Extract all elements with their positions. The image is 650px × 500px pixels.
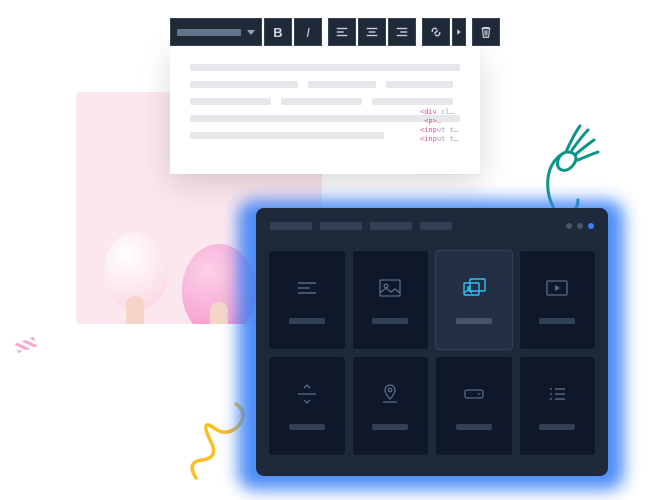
font-style-dropdown[interactable] [170,18,262,46]
hand-decor [126,296,144,324]
link-button[interactable] [422,18,450,46]
text-toolbar: B I [170,18,500,46]
tile-video[interactable] [519,250,597,350]
tile-gallery[interactable] [435,250,513,350]
align-left-button[interactable] [328,18,356,46]
tile-image[interactable] [352,250,430,350]
panel-header [256,208,608,244]
tile-button[interactable] [435,356,513,456]
tile-text[interactable] [268,250,346,350]
window-controls [566,223,594,229]
tile-list[interactable] [519,356,597,456]
hand-decor [210,302,228,324]
italic-button[interactable]: I [294,18,322,46]
bold-button[interactable]: B [264,18,292,46]
block-picker-panel [256,208,608,476]
tile-spacer[interactable] [268,356,346,456]
stripe-doodle [15,337,37,353]
align-center-button[interactable] [358,18,386,46]
code-snippet: <div cl… <p>… <input t… <input t… [420,108,458,144]
more-button[interactable] [452,18,466,46]
align-right-button[interactable] [388,18,416,46]
tile-map[interactable] [352,356,430,456]
delete-button[interactable] [472,18,500,46]
